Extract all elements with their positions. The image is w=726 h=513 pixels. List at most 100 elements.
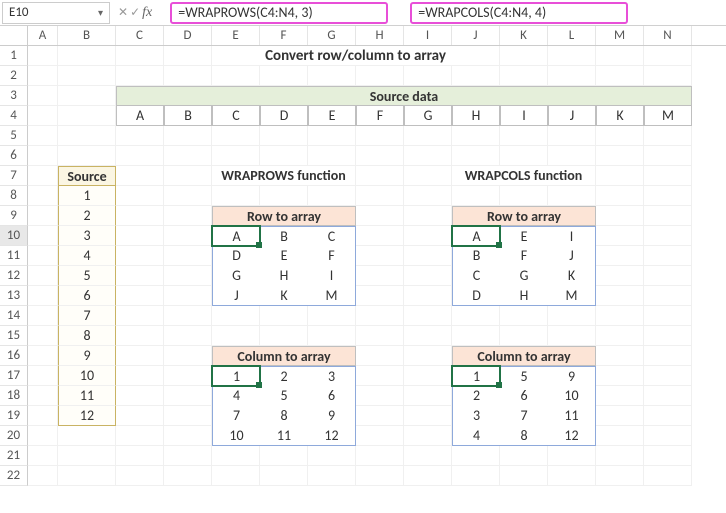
cell-J8[interactable] xyxy=(452,186,500,206)
cell-D22[interactable] xyxy=(164,466,212,486)
cell-M7[interactable] xyxy=(596,166,644,186)
row-header-22[interactable]: 22 xyxy=(0,466,28,486)
cell-K15[interactable] xyxy=(500,326,548,346)
cell-G17[interactable]: 3 xyxy=(308,366,356,386)
row-header-1[interactable]: 1 xyxy=(0,46,28,66)
row-header-19[interactable]: 19 xyxy=(0,406,28,426)
cell-J18[interactable]: 2 xyxy=(452,386,500,406)
cell-E19[interactable]: 7 xyxy=(212,406,260,426)
cell-K6[interactable] xyxy=(500,146,548,166)
cell-C4[interactable]: A xyxy=(116,106,164,126)
cell-I22[interactable] xyxy=(404,466,452,486)
cell-B13[interactable]: 6 xyxy=(58,286,116,306)
cell-L8[interactable] xyxy=(548,186,596,206)
cell-K22[interactable] xyxy=(500,466,548,486)
col-header-J[interactable]: J xyxy=(452,26,500,45)
row-header-12[interactable]: 12 xyxy=(0,266,28,286)
cell-D15[interactable] xyxy=(164,326,212,346)
cell-A14[interactable] xyxy=(28,306,58,326)
row-header-7[interactable]: 7 xyxy=(0,166,28,186)
cell-M11[interactable] xyxy=(596,246,644,266)
col-header-G[interactable]: G xyxy=(308,26,356,45)
cell-N21[interactable] xyxy=(644,446,692,466)
cell-M22[interactable] xyxy=(596,466,644,486)
cell-L19[interactable]: 11 xyxy=(548,406,596,426)
cell-I6[interactable] xyxy=(404,146,452,166)
col-header-M[interactable]: M xyxy=(596,26,644,45)
cell-D13[interactable] xyxy=(164,286,212,306)
cell-G14[interactable] xyxy=(308,306,356,326)
cell-N6[interactable] xyxy=(644,146,692,166)
cell-I10[interactable] xyxy=(404,226,452,246)
cell-D14[interactable] xyxy=(164,306,212,326)
cell-B18[interactable]: 11 xyxy=(58,386,116,406)
cell-J10[interactable]: A xyxy=(452,226,500,246)
cell-K20[interactable]: 8 xyxy=(500,426,548,446)
cell-M1[interactable] xyxy=(596,46,644,66)
col-header-A[interactable]: A xyxy=(28,26,58,45)
cell-G13[interactable]: M xyxy=(308,286,356,306)
cell-L5[interactable] xyxy=(548,126,596,146)
col-header-C[interactable]: C xyxy=(116,26,164,45)
cell-C11[interactable] xyxy=(116,246,164,266)
cell-A21[interactable] xyxy=(28,446,58,466)
cell-C10[interactable] xyxy=(116,226,164,246)
cell-N5[interactable] xyxy=(644,126,692,146)
cancel-icon[interactable]: ✕ xyxy=(118,5,128,20)
cell-B9[interactable]: 2 xyxy=(58,206,116,226)
cell-N19[interactable] xyxy=(644,406,692,426)
cell-I20[interactable] xyxy=(404,426,452,446)
cell-N8[interactable] xyxy=(644,186,692,206)
cell-B21[interactable] xyxy=(58,446,116,466)
cell-K21[interactable] xyxy=(500,446,548,466)
cell-H18[interactable] xyxy=(356,386,404,406)
cell-E14[interactable] xyxy=(212,306,260,326)
cell-C20[interactable] xyxy=(116,426,164,446)
row-header-20[interactable]: 20 xyxy=(0,426,28,446)
cell-E11[interactable]: D xyxy=(212,246,260,266)
cell-H10[interactable] xyxy=(356,226,404,246)
cell-G2[interactable] xyxy=(308,66,356,86)
cell-B1[interactable] xyxy=(58,46,116,66)
cell-G22[interactable] xyxy=(308,466,356,486)
cell-H2[interactable] xyxy=(356,66,404,86)
col-header-K[interactable]: K xyxy=(500,26,548,45)
cell-A1[interactable] xyxy=(28,46,58,66)
row-header-10[interactable]: 10 xyxy=(0,226,28,246)
cell-N10[interactable] xyxy=(644,226,692,246)
cell-G4[interactable]: E xyxy=(308,106,356,126)
cell-G8[interactable] xyxy=(308,186,356,206)
cell-D2[interactable] xyxy=(164,66,212,86)
cell-F4[interactable]: D xyxy=(260,106,308,126)
cell-D12[interactable] xyxy=(164,266,212,286)
cell-L6[interactable] xyxy=(548,146,596,166)
cell-M8[interactable] xyxy=(596,186,644,206)
row-header-13[interactable]: 13 xyxy=(0,286,28,306)
cell-D20[interactable] xyxy=(164,426,212,446)
cell-A11[interactable] xyxy=(28,246,58,266)
cell-G11[interactable]: F xyxy=(308,246,356,266)
cell-K5[interactable] xyxy=(500,126,548,146)
cell-E13[interactable]: J xyxy=(212,286,260,306)
cell-K11[interactable]: F xyxy=(500,246,548,266)
cell-D10[interactable] xyxy=(164,226,212,246)
cell-M9[interactable] xyxy=(596,206,644,226)
cell-C14[interactable] xyxy=(116,306,164,326)
name-box[interactable]: E10 ▾ xyxy=(2,2,110,24)
cell-G10[interactable]: C xyxy=(308,226,356,246)
cell-G20[interactable]: 12 xyxy=(308,426,356,446)
cell-K2[interactable] xyxy=(500,66,548,86)
cell-J13[interactable]: D xyxy=(452,286,500,306)
cell-F14[interactable] xyxy=(260,306,308,326)
cell-A5[interactable] xyxy=(28,126,58,146)
cell-D19[interactable] xyxy=(164,406,212,426)
cell-E20[interactable]: 10 xyxy=(212,426,260,446)
cell-H6[interactable] xyxy=(356,146,404,166)
cell-N16[interactable] xyxy=(644,346,692,366)
cell-E4[interactable]: C xyxy=(212,106,260,126)
cell-D7[interactable] xyxy=(164,166,212,186)
cell-D11[interactable] xyxy=(164,246,212,266)
col-header-B[interactable]: B xyxy=(58,26,116,45)
cell-N12[interactable] xyxy=(644,266,692,286)
cell-F2[interactable] xyxy=(260,66,308,86)
